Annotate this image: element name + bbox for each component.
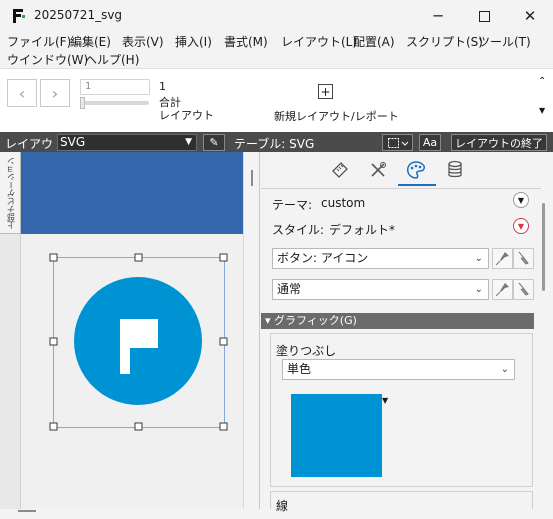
database-icon[interactable] xyxy=(446,160,464,180)
canvas-vertical-scrollbar[interactable] xyxy=(243,152,260,509)
selected-icon-button[interactable] xyxy=(48,250,233,435)
palette-icon[interactable] xyxy=(405,160,427,180)
style-label: スタイル: xyxy=(272,223,325,237)
line-label: 線 xyxy=(276,499,289,513)
unpin-state-button[interactable] xyxy=(513,279,534,300)
tools-icon[interactable] xyxy=(368,160,388,180)
minimize-button[interactable]: ─ xyxy=(415,0,461,32)
chevron-down-icon: ⌄ xyxy=(474,284,483,295)
toolbar-menu-icon[interactable]: ▼ xyxy=(539,106,545,115)
record-number-input[interactable]: 1 xyxy=(80,79,150,95)
menu-file[interactable]: ファイル(F) xyxy=(7,33,71,50)
inspector-scroll-thumb[interactable] xyxy=(542,203,545,291)
fill-type-value: 単色 xyxy=(287,362,312,376)
menu-view[interactable]: 表示(V) xyxy=(122,33,164,50)
table-label: テーブル: SVG xyxy=(234,137,315,151)
close-button[interactable]: ✕ xyxy=(507,0,553,32)
pin-style-button[interactable] xyxy=(492,248,513,269)
record-slider-thumb[interactable] xyxy=(80,97,85,109)
layout-mode-label: レイアウト xyxy=(159,109,214,122)
fill-label: 塗りつぶし xyxy=(276,344,337,358)
triangle-down-icon: ▾ xyxy=(265,314,275,327)
maximize-icon xyxy=(478,10,490,22)
exit-layout-button[interactable]: レイアウトの終了 xyxy=(451,134,547,151)
state-select[interactable]: 通常 ⌄ xyxy=(272,279,489,300)
grid-icon xyxy=(387,137,408,148)
grid-button[interactable] xyxy=(382,134,413,151)
chevron-down-icon[interactable]: ▼ xyxy=(382,396,388,405)
pin-icon xyxy=(518,282,529,296)
previous-record-button[interactable]: ‹ xyxy=(7,79,37,107)
chevron-down-icon: ⌄ xyxy=(474,253,483,264)
minimize-icon: ─ xyxy=(433,7,443,25)
graphic-section-header[interactable]: ▾ グラフィック(G) xyxy=(261,313,534,329)
app-logo-icon xyxy=(13,9,25,23)
button-style-select[interactable]: ボタン: アイコン ⌄ xyxy=(272,248,489,269)
pencil-icon: ✎ xyxy=(209,136,219,149)
header-part[interactable] xyxy=(21,152,243,234)
menu-insert[interactable]: 挿入(I) xyxy=(175,33,212,50)
pin-icon xyxy=(495,252,509,266)
menu-arrange[interactable]: 配置(A) xyxy=(353,33,395,50)
style-value: デフォルト* xyxy=(329,223,396,237)
unpin-style-button[interactable] xyxy=(513,248,534,269)
close-icon: ✕ xyxy=(523,7,537,25)
chevron-down-icon: ▼ xyxy=(185,137,192,147)
next-record-button[interactable]: › xyxy=(40,79,70,107)
pin-icon xyxy=(495,283,509,297)
fill-type-select[interactable]: 単色 ⌄ xyxy=(282,359,515,380)
record-count: 1 xyxy=(159,80,166,93)
collapse-toolbar-icon[interactable]: ⌃ xyxy=(538,76,546,87)
edit-layout-button[interactable]: ✎ xyxy=(203,134,225,151)
maximize-button[interactable] xyxy=(461,0,507,32)
chevron-down-icon: ▼ xyxy=(517,195,525,205)
new-layout-label[interactable]: 新規レイアウト/レポート xyxy=(274,108,399,124)
hscroll-thumb[interactable] xyxy=(18,510,36,512)
menu-tools[interactable]: ツール(T) xyxy=(478,33,531,50)
top-navigation-label: 上部ナビゲーション xyxy=(6,157,16,229)
menu-help[interactable]: ヘルプ(H) xyxy=(85,51,139,68)
menu-edit[interactable]: 編集(E) xyxy=(70,33,111,50)
font-settings-button[interactable]: Aa xyxy=(419,134,441,151)
menu-scripts[interactable]: スクリプト(S) xyxy=(406,33,483,50)
style-menu-button[interactable]: ▼ xyxy=(513,218,529,234)
pin-icon xyxy=(518,251,529,265)
new-layout-button[interactable]: + xyxy=(318,84,333,99)
divider xyxy=(261,188,541,189)
layout-select[interactable]: SVG ▼ xyxy=(57,134,197,151)
active-tab-indicator xyxy=(398,184,436,186)
pin-state-button[interactable] xyxy=(492,279,513,300)
window-title: 20250721_svg xyxy=(34,8,123,22)
line-group xyxy=(270,491,533,509)
record-slider-track[interactable] xyxy=(81,101,149,105)
chevron-down-icon: ⌄ xyxy=(500,364,509,375)
theme-menu-button[interactable]: ▼ xyxy=(513,192,529,208)
chevron-down-icon: ▼ xyxy=(517,221,525,231)
menu-window[interactable]: ウインドウ(W) xyxy=(7,51,88,68)
theme-label: テーマ: xyxy=(272,198,313,212)
graphic-section-title: グラフィック(G) xyxy=(274,314,357,327)
ruler-icon[interactable] xyxy=(330,160,350,180)
fill-color-swatch[interactable] xyxy=(291,394,382,477)
state-value: 通常 xyxy=(277,282,302,296)
chevron-right-icon: › xyxy=(51,83,59,103)
theme-value: custom xyxy=(321,196,366,210)
chevron-left-icon: ‹ xyxy=(18,83,26,103)
menu-layout[interactable]: レイアウト(L) xyxy=(281,33,357,50)
plus-icon: + xyxy=(320,84,331,99)
scroll-thumb[interactable] xyxy=(251,170,253,186)
layout-value: SVG xyxy=(60,135,86,149)
menu-format[interactable]: 書式(M) xyxy=(224,33,268,50)
button-style-value: ボタン: アイコン xyxy=(277,251,369,265)
